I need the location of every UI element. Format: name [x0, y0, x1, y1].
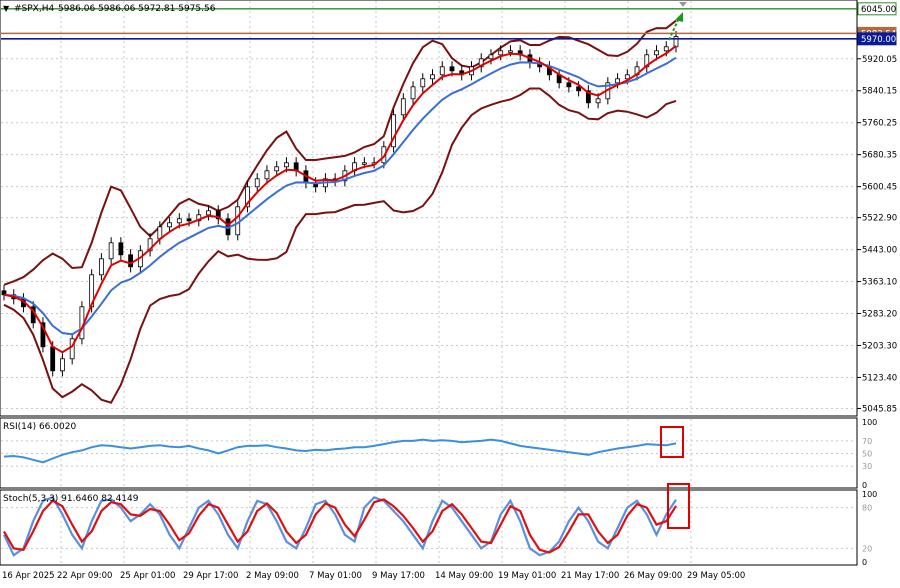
candle-body	[176, 218, 182, 224]
candle-body	[439, 66, 445, 76]
candle-body	[361, 162, 367, 165]
price-panel-frame	[0, 0, 858, 417]
candle-body	[508, 50, 513, 53]
candle-body	[50, 346, 56, 372]
y-tick-label: 5045.85	[862, 404, 897, 414]
candle-body	[410, 86, 416, 100]
candle-body	[254, 178, 260, 188]
rsi-tick-label: 50	[862, 450, 872, 459]
x-tick-label: 21 May 17:00	[561, 571, 619, 581]
y-tick-label: 5680.35	[862, 151, 897, 161]
rsi-tick-label: 30	[862, 462, 872, 471]
stoch-tick-label: 100	[862, 490, 877, 499]
collapse-triangle-icon[interactable]: ▼	[3, 4, 10, 13]
candle-body	[98, 258, 104, 276]
candle-body	[488, 54, 494, 60]
y-tick-label: 5443.00	[862, 246, 897, 256]
x-tick-label: 2 May 09:00	[246, 571, 299, 581]
y-tick-label: 5840.15	[862, 87, 897, 97]
x-tick-label: 14 May 09:00	[435, 571, 493, 581]
bollinger-lower-line	[3, 87, 677, 404]
candle-body	[274, 166, 280, 172]
rsi-label: RSI(14) 66.0020	[3, 422, 76, 432]
chart-canvas[interactable]: 6045.005983.545970.00 16 Apr 202522 Apr …	[0, 0, 900, 584]
rsi-panel-frame	[0, 417, 858, 489]
stoch-series	[3, 496, 677, 557]
candle-body	[576, 86, 582, 92]
candle-body	[595, 98, 601, 104]
candle-body	[284, 162, 289, 168]
candle-body	[264, 170, 270, 180]
stoch-label: Stoch(5,3,3) 91.6460 82.4149	[3, 494, 139, 504]
stoch-tick-label: 0	[862, 558, 867, 567]
candle-body	[498, 50, 504, 56]
stoch-main-line	[3, 496, 677, 557]
y-tick-label: 5600.45	[862, 183, 897, 193]
level-price-label: 5970.00	[861, 35, 896, 45]
bollinger-upper-line	[3, 19, 677, 286]
y-tick-label: 5123.40	[862, 373, 897, 383]
candle-body	[108, 242, 114, 260]
level-price-label: 6045.00	[861, 5, 896, 15]
x-tick-label: 16 Apr 2025	[2, 571, 55, 581]
ema-fast-line	[3, 45, 677, 354]
candle-body	[60, 358, 65, 372]
candle-body	[186, 218, 192, 222]
rsi-tick-label: 0	[862, 481, 867, 490]
trading-chart[interactable]: 6045.005983.545970.00 16 Apr 202522 Apr …	[0, 0, 900, 584]
y-tick-label: 5203.30	[862, 341, 897, 351]
rsi-line	[3, 438, 677, 464]
candle-body	[118, 242, 124, 256]
ohlc-readout: 5986.06 5986.06 5972.81 5975.56	[58, 4, 216, 14]
candle-body	[654, 50, 659, 56]
stoch-tick-label: 20	[862, 544, 872, 553]
candle-body	[430, 74, 435, 80]
x-tick-label: 29 Apr 17:00	[183, 571, 238, 581]
candle-body	[624, 74, 630, 80]
stoch-tick-label: 80	[862, 504, 872, 513]
candle-body	[206, 210, 211, 216]
y-tick-label: 5283.20	[862, 310, 897, 320]
y-tick-label: 5363.10	[862, 278, 897, 288]
candle-body	[566, 82, 572, 88]
y-tick-label: 5522.90	[862, 214, 897, 224]
rsi-tick-label: 100	[862, 418, 877, 427]
x-tick-label: 29 May 05:00	[687, 571, 745, 581]
grid-lines	[1, 1, 856, 564]
y-tick-label: 5920.05	[862, 55, 897, 65]
x-tick-label: 25 Apr 01:00	[120, 571, 175, 581]
x-tick-label: 19 May 01:00	[498, 571, 556, 581]
top-marker-icon	[679, 2, 687, 7]
rsi-series	[3, 438, 677, 464]
candle-body	[663, 46, 669, 52]
candle-body	[400, 98, 406, 116]
ema-slow-line	[3, 56, 677, 336]
rsi-highlight-box	[660, 426, 684, 458]
x-tick-label: 26 May 09:00	[624, 571, 682, 581]
x-tick-label: 9 May 17:00	[372, 571, 425, 581]
rsi-tick-label: 70	[862, 437, 872, 446]
candle-body	[128, 254, 134, 268]
candle-body	[615, 78, 620, 84]
candle-body	[167, 222, 172, 228]
x-tick-label: 7 May 01:00	[309, 571, 362, 581]
x-tick-label: 22 Apr 09:00	[57, 571, 112, 581]
y-tick-label: 5760.25	[862, 119, 897, 129]
candle-body	[449, 66, 455, 72]
candle-body	[420, 78, 426, 88]
symbol-label: #SPX,H4	[14, 4, 54, 14]
